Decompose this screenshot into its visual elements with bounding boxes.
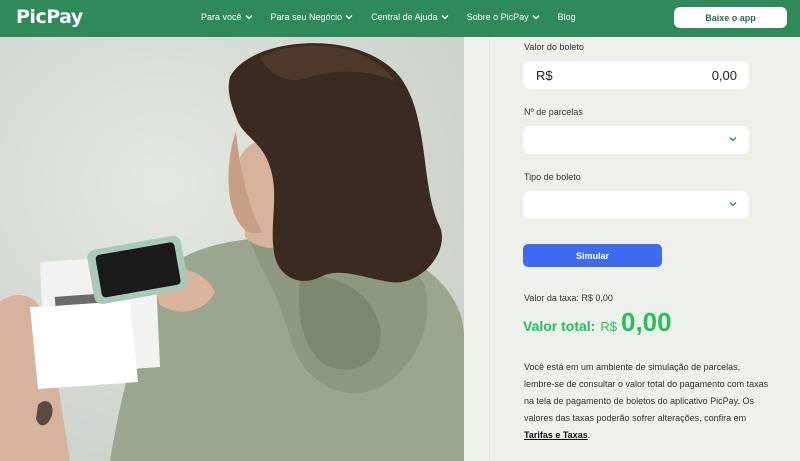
boleto-simulator-panel: Valor do boleto R$ 0,00 Nº de parcelas T…	[489, 37, 800, 461]
woman-with-phone-illustration	[0, 37, 464, 461]
disclaimer-period: .	[587, 430, 591, 440]
nav-central-de-ajuda[interactable]: Central de Ajuda	[371, 12, 449, 22]
main-nav: Para você Para seu Negócio Central de Aj…	[201, 12, 576, 22]
nav-para-seu-negocio[interactable]: Para seu Negócio	[271, 12, 354, 22]
nav-label: Para seu Negócio	[270, 12, 343, 22]
valor-total-amount: 0,00	[620, 307, 672, 337]
nav-label: Central de Ajuda	[371, 12, 438, 22]
chevron-down-icon	[729, 137, 737, 142]
valor-boleto-value: 0,00	[711, 68, 737, 83]
nav-sobre-o-picpay[interactable]: Sobre o PicPay	[467, 12, 540, 22]
nav-blog[interactable]: Blog	[558, 12, 576, 22]
chevron-down-icon	[532, 15, 540, 20]
parcelas-select[interactable]	[523, 126, 749, 154]
chevron-down-icon	[441, 15, 449, 20]
valor-boleto-label: Valor do boleto	[524, 42, 584, 52]
nav-label: Para você	[201, 12, 242, 22]
chevron-down-icon	[345, 15, 353, 20]
tipo-boleto-label: Tipo de boleto	[524, 172, 581, 182]
hero-image	[0, 37, 464, 461]
download-app-button[interactable]: Baixe o app	[674, 7, 787, 28]
currency-prefix: R$	[536, 68, 553, 83]
valor-boleto-input[interactable]: R$ 0,00	[523, 61, 749, 89]
simular-button[interactable]: Simular	[523, 244, 662, 267]
valor-total-label: Valor total:	[523, 318, 596, 334]
nav-label: Sobre o PicPay	[466, 12, 529, 22]
chevron-down-icon	[245, 15, 252, 20]
picpay-logo[interactable]: PicPay	[16, 6, 83, 28]
disclaimer-text: Você está em um ambiente de simulação de…	[524, 362, 769, 423]
simulation-disclaimer: Você está em um ambiente de simulação de…	[524, 359, 770, 444]
top-header: PicPay Para você Para seu Negócio Centra…	[0, 0, 800, 37]
tarifas-taxas-link[interactable]: Tarifas e Taxas	[524, 430, 588, 440]
nav-para-voce[interactable]: Para você	[201, 12, 253, 22]
tipo-boleto-select[interactable]	[523, 191, 749, 219]
nav-label: Blog	[557, 12, 576, 22]
parcelas-label: Nº de parcelas	[524, 107, 583, 117]
chevron-down-icon	[729, 202, 737, 207]
valor-total: Valor total: R$ 0,00	[523, 307, 672, 338]
valor-taxa-text: Valor da taxa: R$ 0,00	[524, 293, 613, 303]
valor-total-currency: R$	[600, 319, 617, 334]
